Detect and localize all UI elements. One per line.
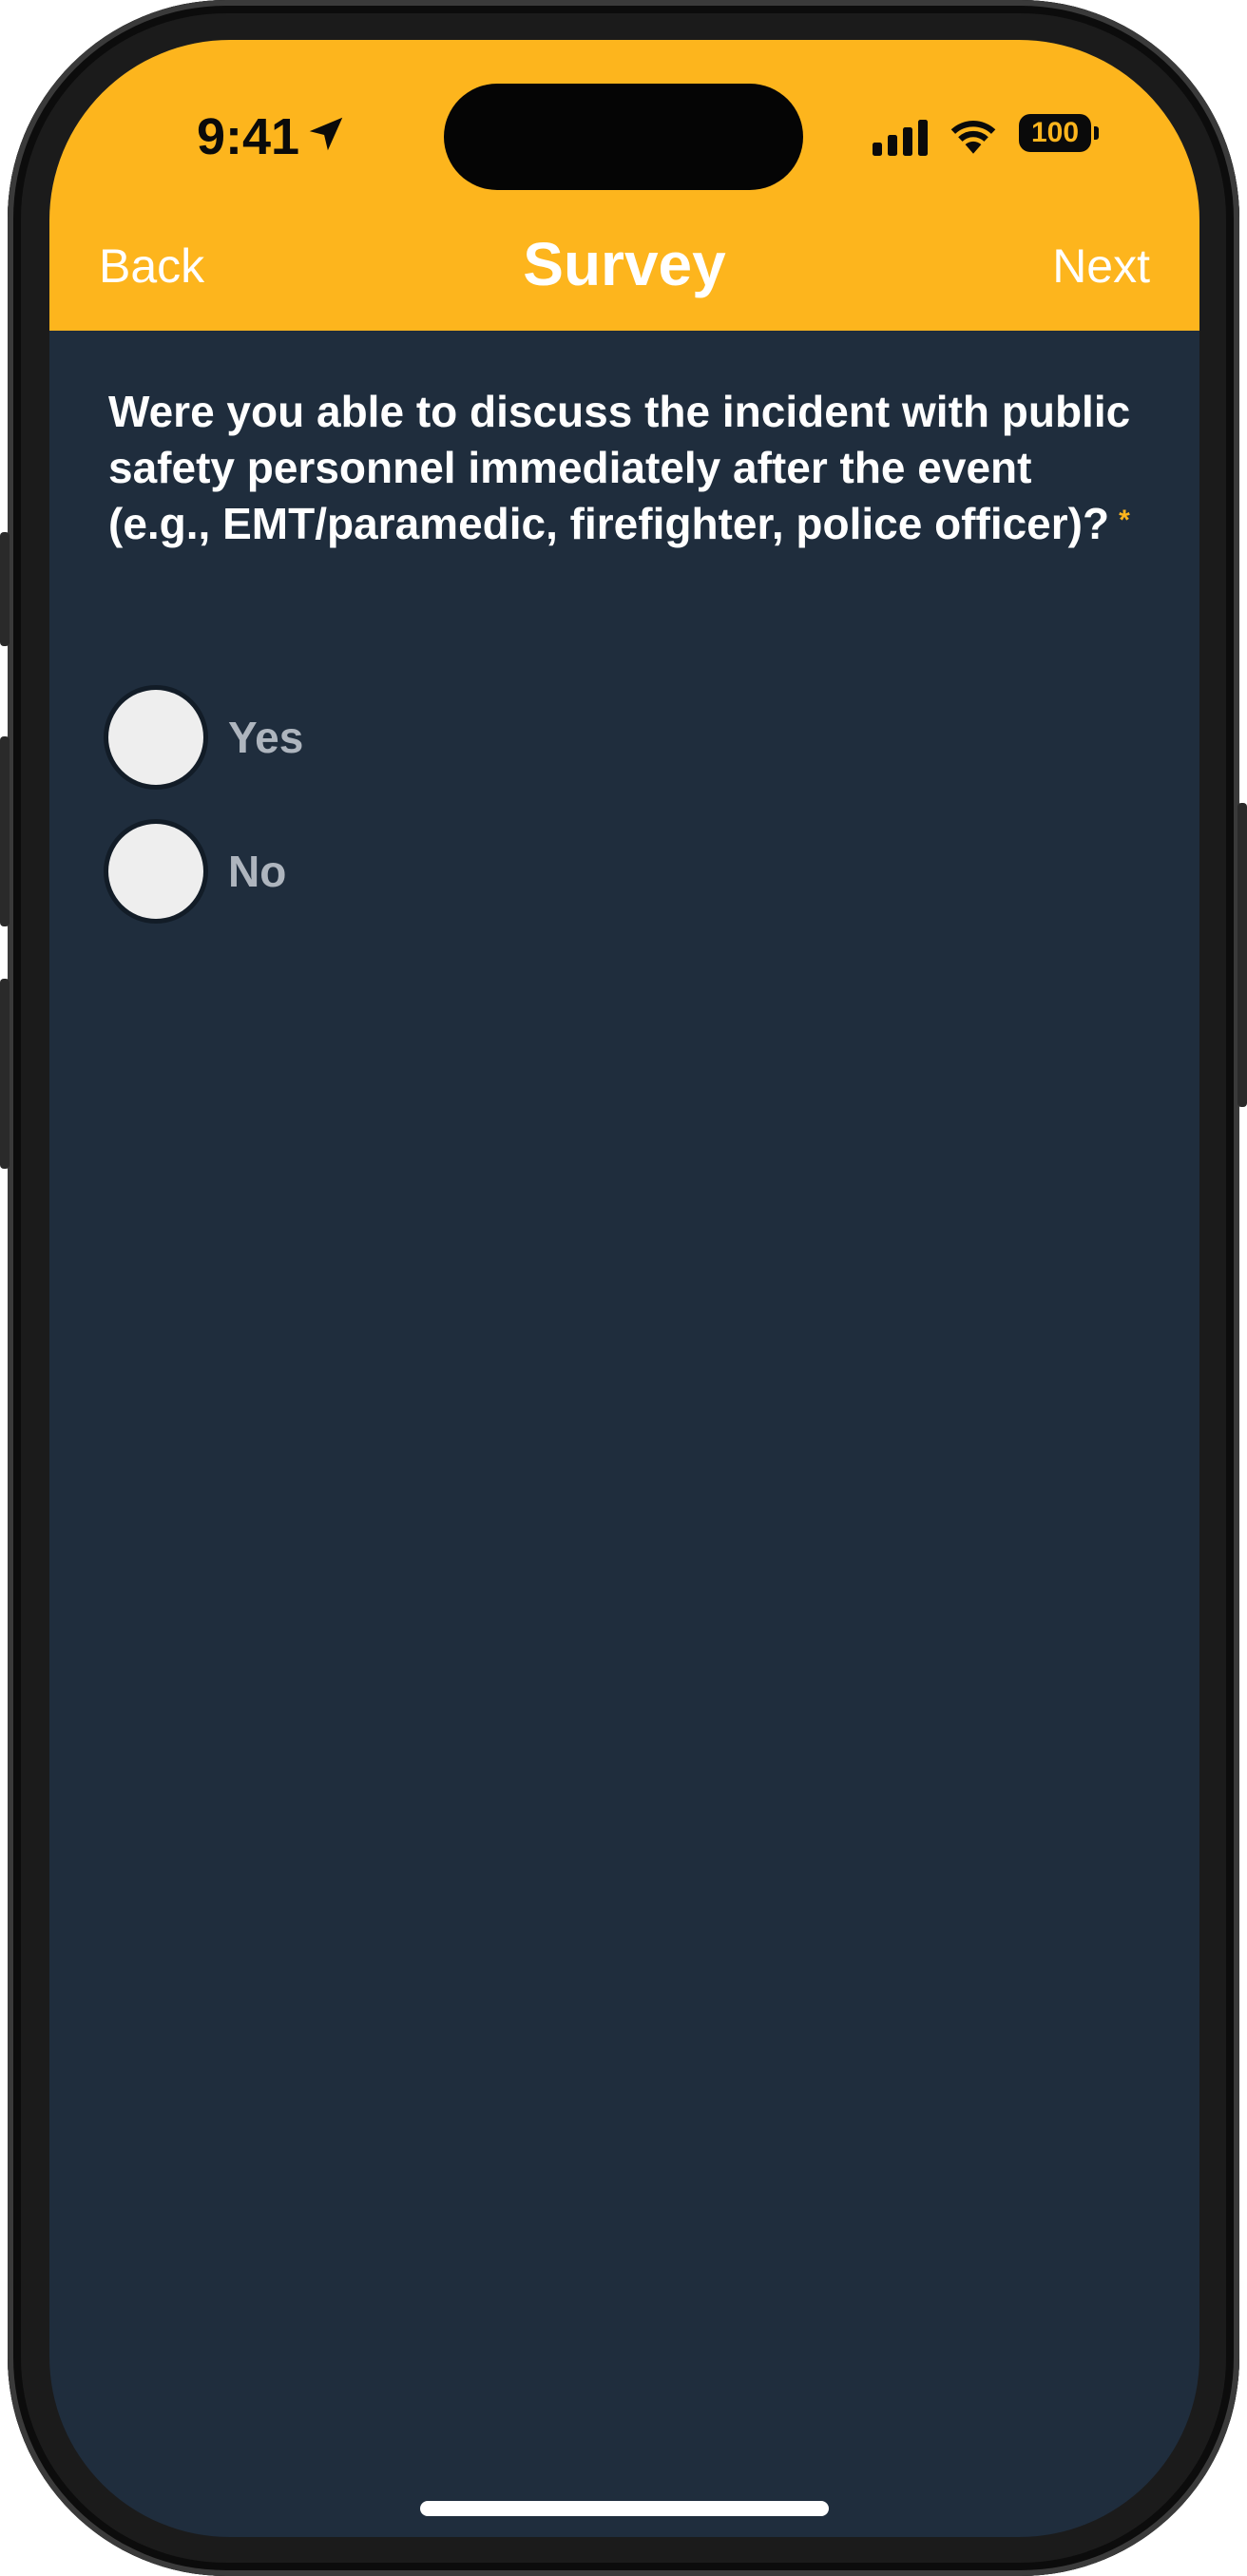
question-text: Were you able to discuss the incident wi… [108, 384, 1144, 552]
page-title: Survey [523, 230, 726, 298]
radio-yes[interactable] [108, 690, 203, 785]
cellular-signal-icon [873, 120, 928, 156]
next-button[interactable]: Next [1052, 219, 1150, 314]
status-time: 9:41 [197, 108, 300, 165]
battery-icon: 100 [1019, 114, 1099, 156]
navigation-bar: Back Survey Next [49, 219, 1199, 314]
option-yes-label: Yes [228, 713, 304, 762]
dynamic-island [444, 84, 803, 190]
question-label: Were you able to discuss the incident wi… [108, 387, 1131, 548]
screen: 9:41 100 Back Survey Next Were you able … [49, 40, 1199, 2537]
required-marker: * [1119, 505, 1130, 536]
radio-no[interactable] [108, 824, 203, 919]
battery-cap [1094, 126, 1099, 140]
location-arrow-icon [309, 117, 343, 151]
survey-question-panel: Were you able to discuss the incident wi… [108, 384, 1144, 919]
battery-level: 100 [1019, 114, 1091, 152]
action-button [0, 532, 10, 646]
home-indicator[interactable] [420, 2501, 829, 2516]
power-button [1237, 803, 1247, 1107]
volume-down-button [0, 979, 10, 1169]
volume-up-button [0, 736, 10, 926]
option-no-label: No [228, 847, 287, 896]
wifi-icon [950, 121, 996, 154]
